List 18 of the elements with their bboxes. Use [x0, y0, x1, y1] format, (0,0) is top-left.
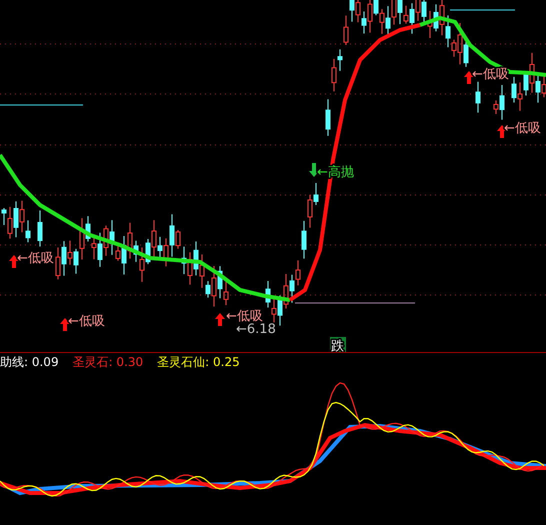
signal-label: ←低吸 [17, 251, 54, 266]
up-arrow-icon [60, 318, 70, 331]
signal-label: ←低吸 [68, 314, 105, 329]
trend-badge: 跌 [330, 337, 346, 352]
signal-label: ←低吸 [472, 67, 509, 82]
candlestick [476, 81, 480, 114]
signal-label: ←低吸 [504, 121, 541, 136]
candlestick [38, 210, 42, 247]
down-arrow-icon [309, 163, 319, 177]
price-label: ←6.18 [236, 322, 276, 337]
legend-item: 圣灵石: 0.30 [72, 354, 144, 370]
up-arrow-icon [215, 313, 225, 326]
legend-item: 助线: 0.09 [0, 354, 59, 370]
up-arrow-icon [464, 71, 474, 84]
up-arrow-icon [9, 255, 19, 268]
signal-label: ←低吸 [226, 309, 263, 324]
candlestick [326, 98, 330, 136]
legend-item: 圣灵石仙: 0.25 [157, 354, 240, 370]
